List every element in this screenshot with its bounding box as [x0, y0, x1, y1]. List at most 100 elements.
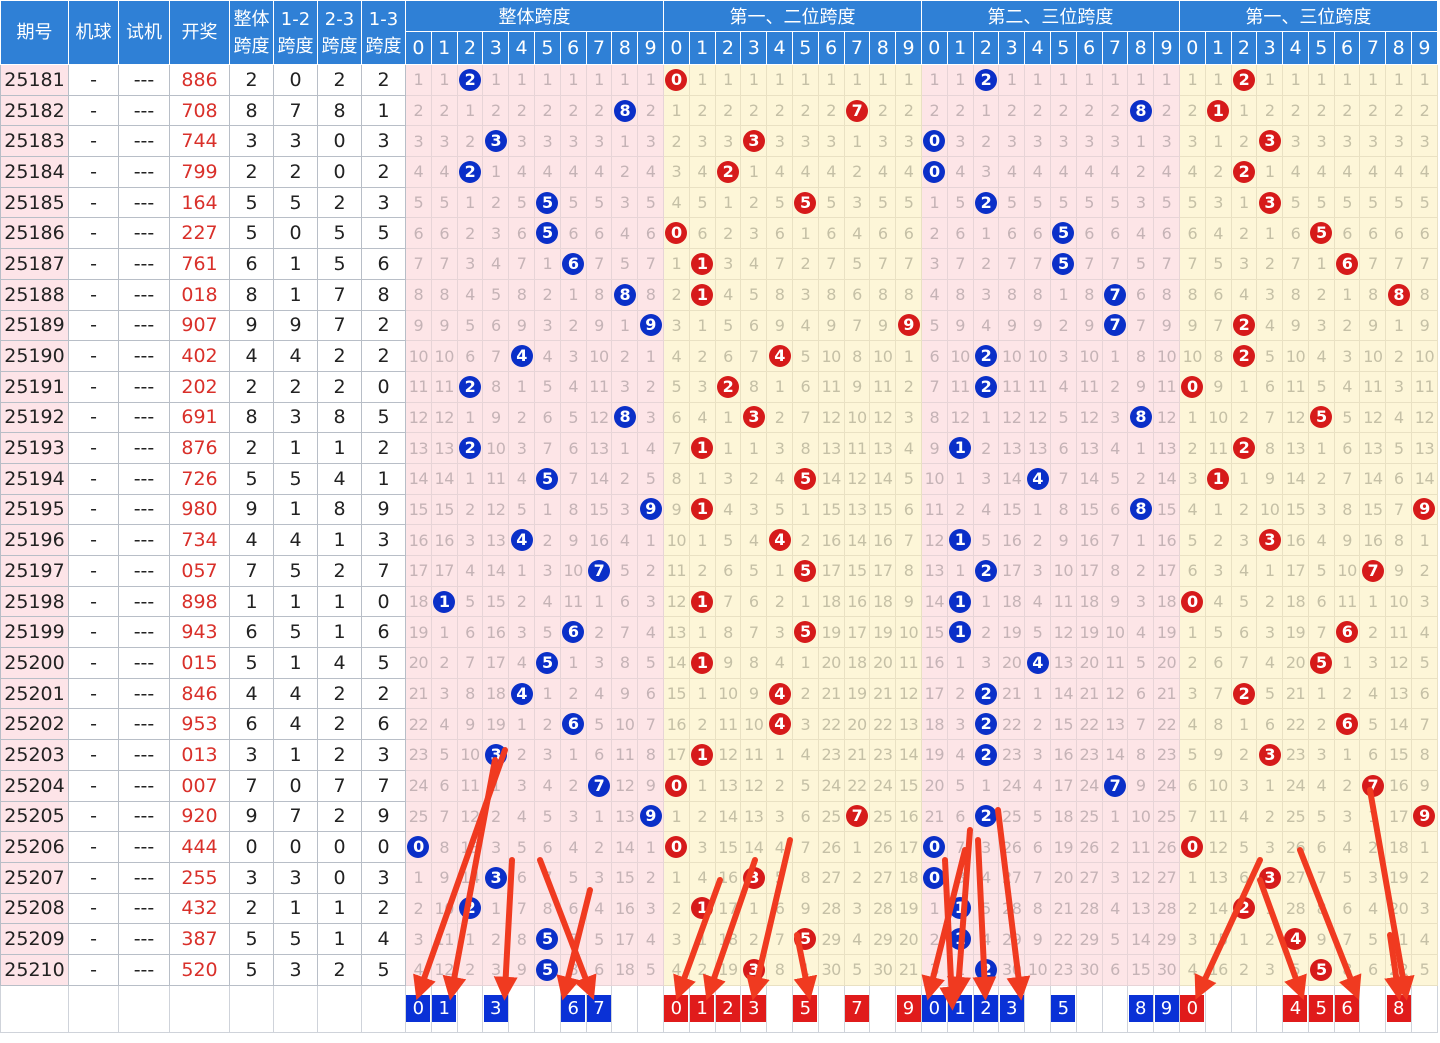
- miss-count-cell: 5: [559, 861, 587, 894]
- miss-count-cell: 27: [998, 861, 1026, 894]
- hit-ball: 5: [1310, 651, 1333, 674]
- miss-count-cell: 3: [1204, 555, 1232, 587]
- miss-count-cell: 14: [843, 524, 871, 556]
- miss-count-cell: 15: [817, 493, 845, 526]
- machine-cell: -: [68, 708, 119, 741]
- miss-count-cell: 3: [508, 616, 535, 649]
- miss-count-cell: 4: [585, 156, 613, 188]
- overall-span-cell: 2: [229, 432, 274, 464]
- span13-cell: 4: [361, 923, 406, 955]
- miss-count-cell: 5: [791, 769, 819, 802]
- hit-cell: 5: [791, 186, 819, 219]
- span23-cell: 8: [317, 94, 362, 127]
- miss-count-cell: 8: [1127, 739, 1155, 771]
- span12-cell: 1: [273, 585, 318, 618]
- hit-ball: 2: [458, 437, 481, 460]
- miss-count-cell: 16: [1204, 953, 1232, 986]
- miss-count-cell: 1: [920, 892, 948, 925]
- miss-count-cell: 3: [791, 278, 819, 311]
- miss-count-cell: 3: [972, 278, 1000, 311]
- miss-count-cell: 1: [1153, 64, 1180, 96]
- miss-count-cell: 21: [895, 953, 922, 986]
- forecast-cell-pos23: [1075, 984, 1103, 1033]
- forecast-cell-overall: [637, 984, 664, 1033]
- hit-ball: 1: [691, 590, 714, 613]
- miss-count-cell: 1: [1256, 156, 1284, 188]
- digit-header-pos13-3: 3: [1256, 31, 1284, 65]
- span23-cell: 1: [317, 585, 362, 618]
- miss-count-cell: 11: [1204, 800, 1232, 833]
- miss-count-cell: 11: [869, 370, 897, 403]
- miss-count-cell: 3: [1385, 125, 1413, 158]
- miss-count-cell: 2: [1178, 892, 1206, 925]
- table-row: 25183- --- 744 3 3 0 3 3 3 2 3 3 3 3 3 1 3 2 3 3 3 3 3 3 1 3 3 0 3 2 3…: [0, 125, 1438, 158]
- miss-count-cell: 9: [714, 647, 742, 679]
- digit-header-pos23-8: 8: [1127, 31, 1155, 65]
- miss-count-cell: 5: [1359, 923, 1387, 955]
- miss-count-cell: 2: [1333, 309, 1361, 342]
- empty-cell: [68, 984, 119, 1033]
- miss-count-cell: 2: [791, 248, 819, 280]
- miss-count-cell: 18: [843, 647, 871, 679]
- miss-count-cell: 2: [637, 861, 664, 894]
- hit-cell: 9: [895, 309, 922, 342]
- miss-count-cell: 7: [482, 340, 510, 372]
- miss-count-cell: 22: [843, 769, 871, 802]
- hit-cell: 5: [533, 953, 561, 986]
- miss-count-cell: 3: [972, 831, 1000, 863]
- span23-cell: 0: [317, 156, 362, 188]
- miss-count-cell: 6: [946, 800, 974, 833]
- prize-cell: 886: [169, 64, 230, 96]
- miss-count-cell: 3: [482, 831, 510, 863]
- miss-count-cell: 4: [714, 493, 742, 526]
- hit-ball: 7: [587, 559, 610, 582]
- digit-header-pos23-4: 4: [1024, 31, 1051, 65]
- miss-count-cell: 1: [843, 64, 871, 96]
- miss-count-cell: 5: [972, 524, 1000, 556]
- miss-count-cell: 15: [895, 769, 922, 802]
- table-row: 25189- --- 907 9 9 7 2 9 9 5 6 9 3 2 9 1 9 3 1 5 6 9 4 9 7 9 9 5 9 4 9…: [0, 309, 1438, 342]
- span23-cell: 2: [317, 340, 362, 372]
- span12-cell: 7: [273, 800, 318, 833]
- miss-count-cell: 21: [1385, 923, 1413, 955]
- miss-count-cell: 3: [895, 401, 922, 434]
- digit-header-pos23-6: 6: [1075, 31, 1103, 65]
- miss-count-cell: 2: [559, 309, 587, 342]
- miss-count-cell: 1: [766, 64, 793, 96]
- hit-ball: 8: [613, 283, 636, 306]
- issue-cell: 25191: [0, 370, 69, 403]
- miss-count-cell: 19: [714, 953, 742, 986]
- hit-cell: 0: [1178, 370, 1206, 403]
- miss-count-cell: 1: [972, 769, 1000, 802]
- hit-cell: 5: [791, 462, 819, 495]
- miss-count-cell: 15: [1127, 953, 1155, 986]
- miss-count-cell: 9: [508, 309, 535, 342]
- miss-count-cell: 7: [1075, 248, 1103, 280]
- miss-count-cell: 4: [1411, 156, 1438, 188]
- miss-count-cell: 28: [1075, 892, 1103, 925]
- hit-ball: 0: [923, 160, 946, 183]
- miss-count-cell: 3: [740, 493, 768, 526]
- hit-cell: 6: [559, 708, 587, 741]
- miss-count-cell: 2: [688, 94, 716, 127]
- miss-count-cell: 26: [1282, 831, 1309, 863]
- digit-header-pos23-7: 7: [1101, 31, 1129, 65]
- hit-ball: 5: [794, 621, 817, 644]
- miss-count-cell: 1: [766, 555, 793, 587]
- hit-cell: 2: [456, 892, 484, 925]
- miss-count-cell: 12: [1153, 401, 1180, 434]
- hit-cell: 3: [1256, 524, 1284, 556]
- miss-count-cell: 2: [1333, 769, 1361, 802]
- miss-count-cell: 17: [1075, 555, 1103, 587]
- miss-count-cell: 4: [1127, 217, 1155, 250]
- prize-cell: 164: [169, 186, 230, 219]
- overall-span-cell: 8: [229, 94, 274, 127]
- miss-count-cell: 2: [1359, 831, 1387, 863]
- hit-cell: 1: [430, 585, 458, 618]
- miss-count-cell: 13: [1411, 432, 1438, 464]
- miss-count-cell: 7: [766, 923, 793, 955]
- miss-count-cell: 8: [1024, 892, 1051, 925]
- miss-count-cell: 5: [740, 278, 768, 311]
- digit-header-pos12-2: 2: [714, 31, 742, 65]
- hit-cell: 5: [533, 462, 561, 495]
